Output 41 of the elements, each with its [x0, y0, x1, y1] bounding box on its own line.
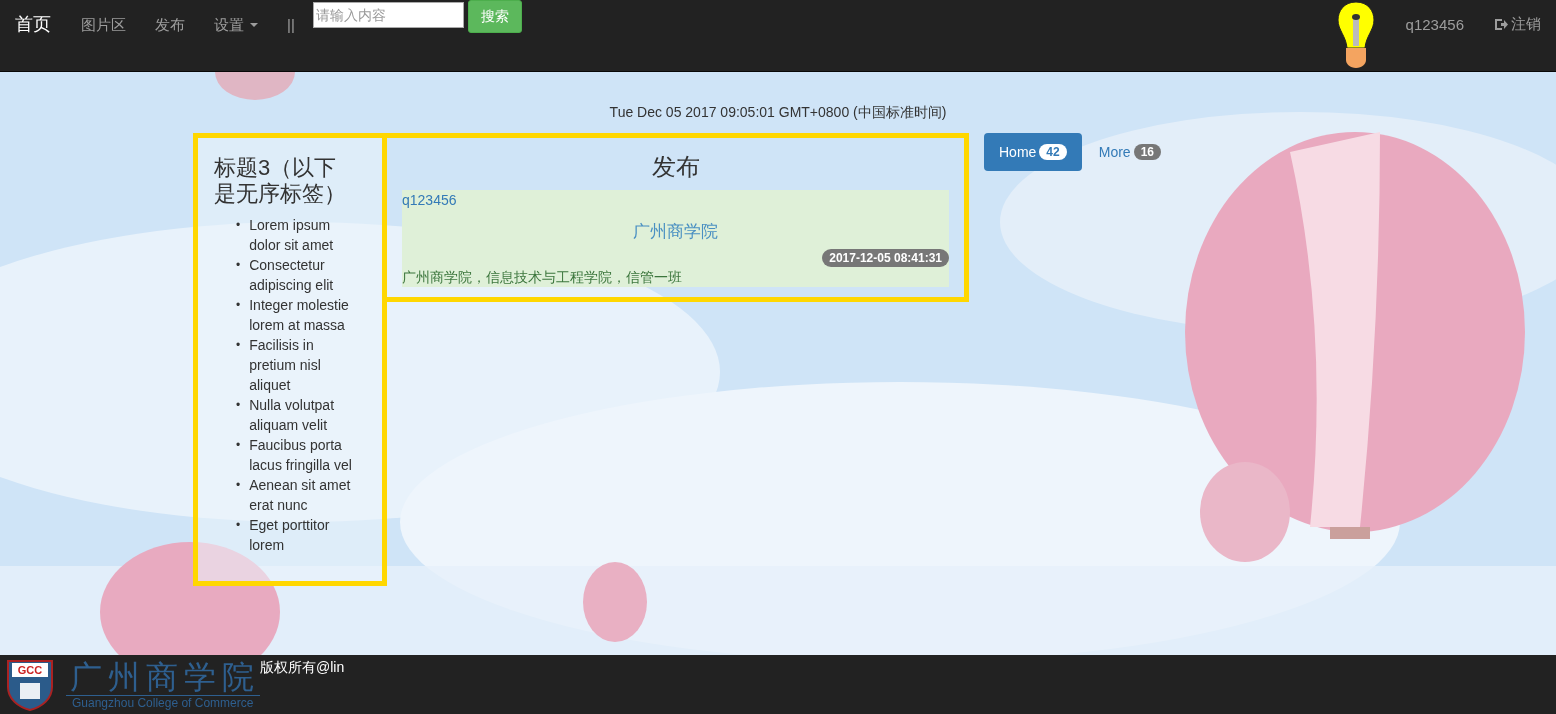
caret-icon: [250, 23, 258, 27]
logo-badge-text: GCC: [17, 664, 43, 676]
date-text: Tue Dec 05 2017 09:05:01 GMT+0800 (中国标准时间): [609, 103, 947, 121]
timestamp-badge: 2017-12-05 08:41:31: [822, 249, 949, 267]
post-body: 广州商学院，信息技术与工程学院，信管一班: [402, 268, 683, 286]
nav-pill[interactable]: Home 42: [984, 133, 1082, 171]
bullet: •: [236, 297, 241, 314]
logout-link[interactable]: 注销: [1494, 0, 1556, 34]
bullet: •: [236, 257, 241, 274]
nav-pill[interactable]: More 16: [1083, 133, 1176, 171]
list-item: Faucibus porta lacus fringilla vel: [249, 436, 353, 475]
list-item: Aenean sit amet erat nunc: [249, 476, 352, 515]
nav-link[interactable]: 图片区: [66, 0, 140, 34]
shield-logo-drawing: [7, 660, 53, 711]
logout-icon: [1494, 18, 1508, 31]
bullet: •: [236, 517, 241, 534]
list-item: Consectetur adipiscing elit: [249, 256, 335, 295]
count-badge: 42: [1039, 144, 1067, 160]
list-item: Lorem ipsum dolor sit amet: [249, 216, 335, 255]
list-item: Integer molestie lorem at massa: [249, 296, 350, 335]
bullet: •: [236, 217, 241, 234]
copyright-text: 版权所有@lin: [260, 659, 345, 677]
logo-subtitle: Guangzhou College of Commerce: [66, 695, 260, 711]
username-link[interactable]: q123456: [1377, 0, 1494, 33]
logo-name: 广州商学院: [69, 659, 260, 695]
author-link[interactable]: q123456: [402, 192, 457, 208]
bullet: •: [236, 397, 241, 414]
bullet: •: [236, 437, 241, 454]
bullet: •: [236, 337, 241, 354]
home-link[interactable]: 首页: [0, 0, 66, 34]
nav-link[interactable]: 发布: [140, 0, 199, 34]
post-heading: 发布: [650, 153, 701, 181]
settings-dropdown[interactable]: 设置: [199, 0, 272, 34]
search-field[interactable]: 请输入内容: [312, 2, 464, 28]
list-item: Eget porttitor lorem: [249, 516, 331, 555]
bullet: •: [236, 477, 241, 494]
list-item: Facilisis in pretium nisl aliquet: [249, 336, 322, 395]
sidebar-title: 标题3（以下是无序标签）: [214, 155, 347, 207]
nav-link[interactable]: ||: [272, 0, 309, 34]
post-title: 广州商学院: [632, 221, 719, 243]
list-item: Nulla volutpat aliquam velit: [249, 396, 336, 435]
